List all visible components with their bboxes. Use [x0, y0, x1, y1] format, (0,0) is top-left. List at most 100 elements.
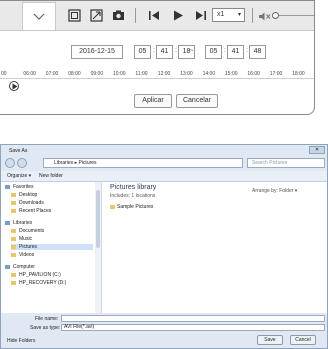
content-pane: Pictures library Includes: 1 locations A… — [102, 182, 327, 313]
cancel-button[interactable]: Cancelar — [176, 94, 218, 108]
speed-value: x1 — [217, 11, 225, 18]
cancel-button[interactable]: Cancel — [290, 335, 316, 345]
hide-folders-toggle[interactable]: Hide Folders — [7, 338, 35, 344]
group-icon — [5, 264, 10, 269]
nav-item[interactable]: Libraries — [5, 220, 93, 226]
timeline-tick-label: 12:00 — [157, 71, 171, 77]
back-button[interactable] — [5, 158, 15, 168]
save-as-dialog: Save As ✕ Libraries ▸ Pictures Search Pi… — [0, 144, 328, 349]
chevron-down-icon — [33, 13, 45, 20]
nav-item[interactable]: Desktop — [11, 192, 93, 198]
apply-button[interactable]: Aplicar — [134, 94, 172, 108]
timeline-tick-label: 07:00 — [45, 71, 59, 77]
timeline-tick-label: 06:00 — [23, 71, 36, 77]
nav-item[interactable]: HP_PAVILION (C:) — [11, 272, 93, 278]
folder-icon — [11, 252, 16, 257]
nav-item[interactable]: HP_RECOVERY (D:) — [11, 280, 93, 286]
folder-item[interactable]: Sample Pictures — [110, 204, 153, 210]
navigation-pane: Favorites Desktop Downloads Recent Places Li… — [1, 182, 96, 313]
close-button[interactable]: ✕ — [309, 146, 325, 154]
folder-icon — [11, 208, 16, 213]
nav-item[interactable]: Music — [11, 236, 93, 242]
time-separator: : — [175, 47, 177, 54]
folder-icon — [11, 200, 16, 205]
breadcrumb-libraries[interactable]: Libraries — [54, 160, 73, 166]
nav-item-label: Downloads — [19, 200, 44, 206]
folder-icon — [11, 272, 16, 277]
search-input[interactable]: Search Pictures — [247, 158, 325, 168]
time-separator: : — [153, 47, 155, 54]
playback-toolbar: x1 ▾ — [0, 1, 314, 31]
nav-item[interactable]: Documents — [11, 228, 93, 234]
folder-item-label: Sample Pictures — [117, 204, 154, 210]
nav-item-label: Documents — [19, 228, 45, 234]
nav-scrollbar[interactable] — [95, 182, 102, 313]
skip-back-icon[interactable] — [148, 9, 160, 22]
timeline-bar[interactable] — [0, 78, 314, 79]
timeline-tick-label: 11:00 — [135, 71, 148, 77]
new-folder-button[interactable]: New folder — [39, 173, 63, 179]
time-separator: : — [224, 47, 226, 54]
address-bar[interactable]: Libraries ▸ Pictures — [43, 158, 243, 168]
end-hour-field[interactable]: 05 — [205, 45, 222, 59]
start-minute-field[interactable]: 41 — [156, 45, 173, 59]
library-subtitle[interactable]: Includes: 1 locations — [110, 193, 155, 199]
time-separator: : — [246, 47, 248, 54]
dropdown-arrow-icon: ▾ — [237, 12, 241, 18]
nav-item-label: HP_RECOVERY (D:) — [19, 280, 67, 286]
library-title: Pictures library — [110, 184, 157, 191]
folder-icon — [11, 236, 16, 241]
play-icon[interactable] — [172, 9, 184, 22]
save-type-select[interactable]: AVI File(*.avi) — [61, 324, 325, 331]
nav-item-label: Recent Places — [19, 208, 52, 214]
folder-icon — [11, 280, 16, 285]
end-second-field[interactable]: 48 — [249, 45, 266, 59]
volume-knob[interactable] — [272, 12, 279, 19]
end-minute-field[interactable]: 41 — [227, 45, 244, 59]
organize-menu[interactable]: Organize ▾ — [7, 173, 31, 179]
nav-item[interactable]: Computer — [5, 264, 93, 270]
playback-panel: x1 ▾ 2016-12-15 05 : 41 : 18 ~ 05 : 41 :… — [0, 0, 315, 115]
nav-item-label: Favorites — [13, 184, 34, 190]
save-button[interactable]: Save — [257, 335, 283, 345]
nav-item[interactable]: Favorites — [5, 184, 93, 190]
timeline-tick-label: 16:00 — [247, 71, 260, 77]
nav-item[interactable]: Recent Places — [11, 208, 93, 214]
folder-icon — [11, 192, 16, 197]
group-icon — [5, 184, 10, 189]
timeline-tick-label: 15:00 — [225, 71, 238, 77]
speaker-muted-icon[interactable] — [258, 10, 271, 23]
toolbar-separator — [252, 8, 253, 23]
volume-track[interactable] — [274, 15, 314, 16]
dialog-title: Save As — [9, 148, 28, 154]
range-dash: ~ — [189, 46, 194, 55]
timeline-play-button[interactable] — [9, 81, 19, 91]
date-field[interactable]: 2016-12-15 — [71, 45, 123, 59]
play-icon — [12, 83, 18, 90]
speed-select[interactable]: x1 ▾ — [212, 8, 245, 22]
camera-icon[interactable] — [112, 9, 125, 22]
toolbar-separator — [135, 8, 136, 23]
nav-item[interactable]: Downloads — [11, 200, 93, 206]
collapse-tab[interactable] — [22, 2, 56, 30]
folder-icon — [11, 228, 16, 233]
fullscreen-icon[interactable] — [68, 9, 81, 22]
group-icon — [5, 220, 10, 225]
timeline-tick-label: 08:00 — [68, 71, 81, 77]
nav-item-label: Pictures — [19, 244, 38, 250]
skip-forward-icon[interactable] — [195, 9, 207, 22]
timeline-tick-label: 09:00 — [90, 71, 104, 77]
zoom-icon[interactable] — [90, 9, 103, 22]
breadcrumb-pictures[interactable]: Pictures — [78, 160, 96, 166]
command-bar: Organize ▾ New folder — [1, 171, 327, 182]
arrange-by-menu[interactable]: Arrange by: Folder ▾ — [252, 188, 297, 194]
scrollbar-thumb[interactable] — [96, 190, 100, 248]
file-name-field[interactable] — [61, 315, 325, 322]
forward-button[interactable] — [17, 158, 27, 168]
folder-icon — [110, 204, 115, 209]
timeline-tick-label: 14:00 — [202, 71, 216, 77]
start-hour-field[interactable]: 05 — [134, 45, 151, 59]
nav-item-label: Desktop — [19, 192, 38, 198]
nav-item[interactable]: Videos — [11, 252, 93, 258]
nav-item[interactable]: Pictures — [11, 244, 93, 250]
